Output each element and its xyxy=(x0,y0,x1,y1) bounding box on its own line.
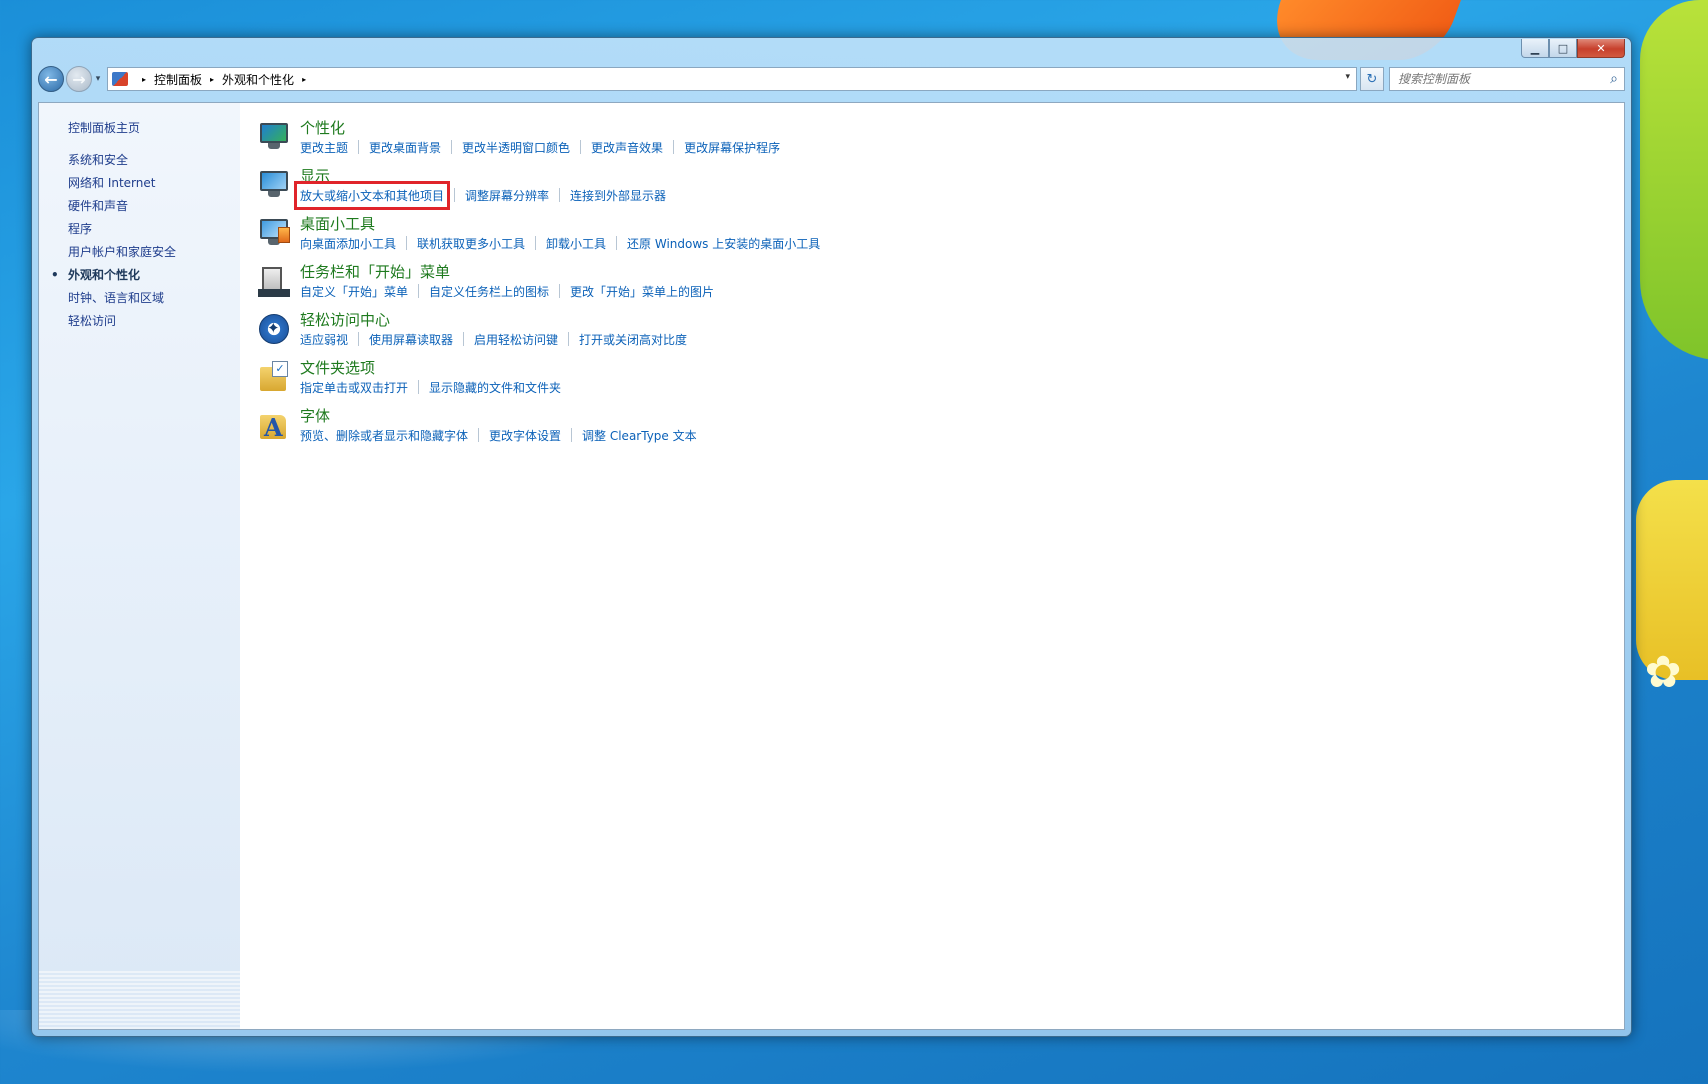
link-screen-reader[interactable]: 使用屏幕读取器 xyxy=(369,331,453,348)
forward-button[interactable]: → xyxy=(66,66,92,92)
control-panel-icon xyxy=(112,72,128,86)
maximize-button[interactable]: □ xyxy=(1549,39,1577,58)
link-restore-gadgets[interactable]: 还原 Windows 上安装的桌面小工具 xyxy=(627,235,820,252)
link-external-display[interactable]: 连接到外部显示器 xyxy=(570,187,666,204)
sidebar-item-label: 外观和个性化 xyxy=(68,268,141,282)
link-sound-effects[interactable]: 更改声音效果 xyxy=(591,139,663,156)
link-uninstall-gadget[interactable]: 卸载小工具 xyxy=(546,235,606,252)
link-show-hidden-files[interactable]: 显示隐藏的文件和文件夹 xyxy=(429,379,561,396)
breadcrumb-separator[interactable]: ▸ xyxy=(210,75,214,84)
link-single-double-click[interactable]: 指定单击或双击打开 xyxy=(300,379,408,396)
current-bullet-icon: • xyxy=(51,268,59,282)
personalization-icon[interactable] xyxy=(258,121,290,153)
link-low-vision[interactable]: 适应弱视 xyxy=(300,331,348,348)
link-preview-fonts[interactable]: 预览、删除或者显示和隐藏字体 xyxy=(300,427,468,444)
link-high-contrast[interactable]: 打开或关闭高对比度 xyxy=(579,331,687,348)
sidebar-decoration xyxy=(39,969,240,1029)
breadcrumb-separator[interactable]: ▸ xyxy=(142,75,146,84)
category-links: 适应弱视 使用屏幕读取器 启用轻松访问键 打开或关闭高对比度 xyxy=(300,331,687,348)
category-title[interactable]: 桌面小工具 xyxy=(300,213,375,234)
category-links: 向桌面添加小工具 联机获取更多小工具 卸载小工具 还原 Windows 上安装的… xyxy=(300,235,820,252)
link-change-background[interactable]: 更改桌面背景 xyxy=(369,139,441,156)
back-button[interactable]: ← xyxy=(38,66,64,92)
sidebar-item-system-security[interactable]: 系统和安全 xyxy=(68,149,176,172)
breadcrumb-control-panel[interactable]: 控制面板 xyxy=(154,71,202,88)
sidebar: 控制面板主页 系统和安全 网络和 Internet 硬件和声音 程序 用户帐户和… xyxy=(39,103,240,1029)
sidebar-item-ease-of-access[interactable]: 轻松访问 xyxy=(68,310,176,333)
link-change-theme[interactable]: 更改主题 xyxy=(300,139,348,156)
category-title[interactable]: 个性化 xyxy=(300,117,345,138)
link-customize-start[interactable]: 自定义「开始」菜单 xyxy=(300,283,408,300)
control-panel-window: ▁ □ ✕ ← → ▾ ▸ 控制面板 ▸ 外观和个性化 ▸ ▾ ↻ ⌕ 控制面板… xyxy=(31,37,1632,1037)
link-cleartype[interactable]: 调整 ClearType 文本 xyxy=(582,427,697,444)
link-easy-access-keys[interactable]: 启用轻松访问键 xyxy=(474,331,558,348)
wallpaper-green-shape xyxy=(1640,0,1708,360)
category-title[interactable]: 文件夹选项 xyxy=(300,357,375,378)
gadgets-icon[interactable] xyxy=(258,217,290,249)
breadcrumb-separator[interactable]: ▸ xyxy=(302,75,306,84)
sidebar-list: 系统和安全 网络和 Internet 硬件和声音 程序 用户帐户和家庭安全 • 外… xyxy=(51,149,176,333)
category-links: 放大或缩小文本和其他项目 调整屏幕分辨率 连接到外部显示器 xyxy=(293,181,666,210)
link-screen-resolution[interactable]: 调整屏幕分辨率 xyxy=(465,187,549,204)
sidebar-item-clock-language[interactable]: 时钟、语言和区域 xyxy=(68,287,176,310)
category-title[interactable]: 任务栏和「开始」菜单 xyxy=(300,261,450,282)
wallpaper-flower-icon: ✿ xyxy=(1644,647,1682,698)
sidebar-item-programs[interactable]: 程序 xyxy=(68,218,176,241)
search-box[interactable]: ⌕ xyxy=(1389,67,1625,91)
sidebar-item-appearance[interactable]: • 外观和个性化 xyxy=(51,264,176,287)
address-dropdown-icon[interactable]: ▾ xyxy=(1345,72,1350,82)
sidebar-item-network[interactable]: 网络和 Internet xyxy=(68,172,176,195)
category-title[interactable]: 轻松访问中心 xyxy=(300,309,390,330)
link-change-start-picture[interactable]: 更改「开始」菜单上的图片 xyxy=(570,283,714,300)
search-input[interactable] xyxy=(1390,68,1624,90)
link-screensaver[interactable]: 更改屏幕保护程序 xyxy=(684,139,780,156)
search-icon[interactable]: ⌕ xyxy=(1610,71,1618,87)
link-add-gadgets[interactable]: 向桌面添加小工具 xyxy=(300,235,396,252)
navigation-bar: ← → ▾ ▸ 控制面板 ▸ 外观和个性化 ▸ ▾ ↻ ⌕ xyxy=(38,64,1625,94)
link-customize-taskbar-icons[interactable]: 自定义任务栏上的图标 xyxy=(429,283,549,300)
sidebar-item-hardware-sound[interactable]: 硬件和声音 xyxy=(68,195,176,218)
breadcrumb-appearance[interactable]: 外观和个性化 xyxy=(222,71,294,88)
link-font-settings[interactable]: 更改字体设置 xyxy=(489,427,561,444)
link-get-more-gadgets[interactable]: 联机获取更多小工具 xyxy=(417,235,525,252)
ease-of-access-icon[interactable] xyxy=(258,313,290,345)
caption-buttons: ▁ □ ✕ xyxy=(1521,39,1625,59)
recent-pages-dropdown[interactable]: ▾ xyxy=(93,74,103,84)
category-title[interactable]: 字体 xyxy=(300,405,330,426)
link-make-text-larger[interactable]: 放大或缩小文本和其他项目 xyxy=(293,181,451,210)
close-button[interactable]: ✕ xyxy=(1577,39,1625,58)
sidebar-home-link[interactable]: 控制面板主页 xyxy=(68,119,140,136)
taskbar-icon[interactable] xyxy=(258,265,290,297)
address-bar[interactable]: ▸ 控制面板 ▸ 外观和个性化 ▸ ▾ xyxy=(107,67,1357,91)
category-links: 自定义「开始」菜单 自定义任务栏上的图标 更改「开始」菜单上的图片 xyxy=(300,283,714,300)
refresh-button[interactable]: ↻ xyxy=(1360,67,1384,91)
minimize-button[interactable]: ▁ xyxy=(1521,39,1549,58)
category-links: 预览、删除或者显示和隐藏字体 更改字体设置 调整 ClearType 文本 xyxy=(300,427,697,444)
category-title[interactable]: 显示 xyxy=(300,165,330,186)
category-links: 指定单击或双击打开 显示隐藏的文件和文件夹 xyxy=(300,379,561,396)
category-links: 更改主题 更改桌面背景 更改半透明窗口颜色 更改声音效果 更改屏幕保护程序 xyxy=(300,139,780,156)
link-window-color[interactable]: 更改半透明窗口颜色 xyxy=(462,139,570,156)
fonts-icon[interactable]: A xyxy=(258,409,290,442)
main-content: 个性化 更改主题 更改桌面背景 更改半透明窗口颜色 更改声音效果 更改屏幕保护程… xyxy=(240,103,1624,1029)
client-area: 控制面板主页 系统和安全 网络和 Internet 硬件和声音 程序 用户帐户和… xyxy=(38,102,1625,1030)
display-icon[interactable] xyxy=(258,169,290,201)
sidebar-item-user-accounts[interactable]: 用户帐户和家庭安全 xyxy=(68,241,176,264)
folder-options-icon[interactable]: ✓ xyxy=(258,361,290,393)
